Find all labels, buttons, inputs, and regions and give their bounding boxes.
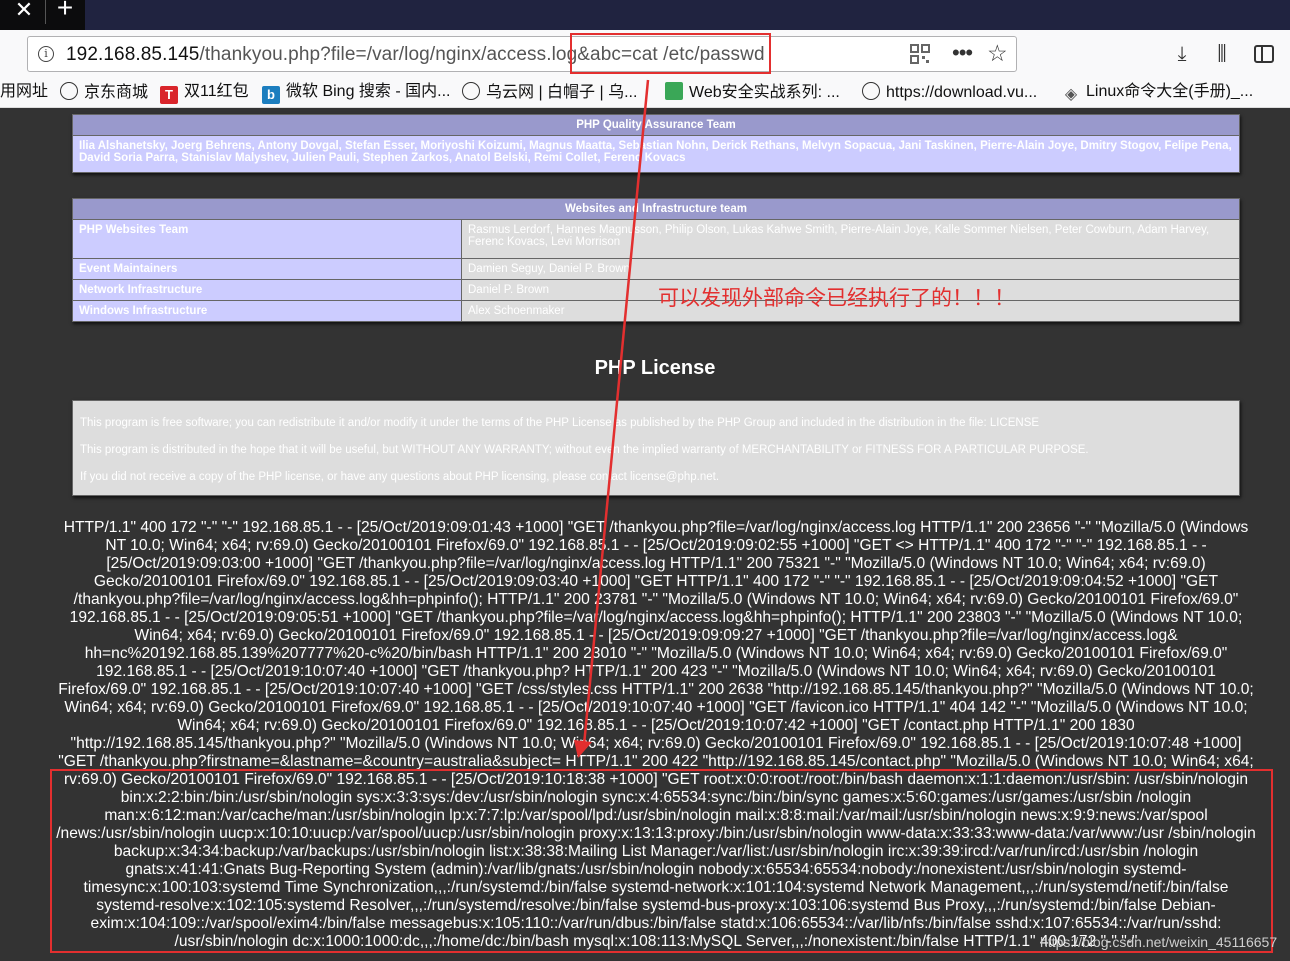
globe-icon [862,82,880,100]
table-key: Network Infrastructure [72,279,462,301]
bookmark-item[interactable]: 乌云网 | 白帽子 | 乌... [462,82,637,102]
globe-icon [462,82,480,100]
license-paragraph: If you did not receive a copy of the PHP… [80,471,720,483]
bookmark-label: 用网址 [0,83,49,100]
bookmark-label: 京东商城 [84,84,149,101]
tab-divider [45,0,46,24]
license-paragraph: This program is distributed in the hope … [80,444,1089,456]
bookmark-label: 乌云网 | 白帽子 | 乌... [486,84,638,101]
close-tab-icon[interactable]: ✕ [10,0,38,24]
table-row: Windows Infrastructure Alex Schoenmaker [72,300,1240,322]
qr-code-icon[interactable] [910,44,930,64]
bookmark-label: Web安全实战系列: ... [689,84,840,101]
table-value: Rasmus Lerdorf, Hannes Magnusson, Philip… [461,219,1240,259]
table-key: Windows Infrastructure [72,300,462,322]
license-title: PHP License [594,357,716,379]
watermark: https://blog.csdn.net/weixin_45116657 [1040,934,1278,950]
bookmark-item[interactable]: https://download.vu... [862,82,1037,102]
bookmark-label: 微软 Bing 搜索 - 国内... [286,83,451,100]
bing-icon: b [262,86,280,104]
table-header: Websites and Infrastructure team [72,198,1240,220]
more-actions-icon[interactable]: ••• [952,40,973,66]
table-value: Damien Seguy, Daniel P. Brown [461,258,1240,280]
bookmark-item[interactable]: T 双11红包 [160,82,249,104]
web-team-table: Websites and Infrastructure team PHP Web… [72,198,1240,322]
table-row: PHP Websites Team Rasmus Lerdorf, Hannes… [72,219,1240,259]
annotation-text: 可以发现外部命令已经执行了的！！！ [658,286,1015,310]
tmall-icon: T [160,86,178,104]
info-icon[interactable]: i [38,46,54,62]
table-row: Network Infrastructure Daniel P. Brown [72,279,1240,301]
qa-team-table: PHP Quality Assurance Team Ilia Alshanet… [72,114,1240,173]
library-icon[interactable]: ⫼ [1210,42,1234,66]
table-row: Event Maintainers Damien Seguy, Daniel P… [72,258,1240,280]
table-key: PHP Websites Team [72,219,462,259]
linux-bookmark-icon: ◈ [1064,86,1078,103]
url-highlight-box [570,33,771,74]
bookmark-label: https://download.vu... [886,84,1038,101]
passwd-highlight-box [50,769,1273,953]
bookmark-item[interactable]: 用网址 [0,82,48,102]
table-key: Event Maintainers [72,258,462,280]
new-tab-icon[interactable]: + [52,0,78,22]
license-paragraph: This program is free software; you can r… [80,417,1040,429]
bookmark-item[interactable]: 京东商城 [60,82,148,102]
sidebar-icon[interactable] [1252,42,1276,66]
bookmark-star-icon[interactable]: ☆ [987,40,1008,67]
bookmark-item[interactable]: ◈ Linux命令大全(手册)_... [1062,82,1254,103]
bookmark-label: 双11红包 [184,83,249,100]
qa-team-members: Ilia Alshanetsky, Joerg Behrens, Antony … [72,135,1240,173]
bookmark-item[interactable]: Web安全实战系列: ... [665,82,840,102]
download-icon[interactable]: ⤓ [1170,42,1194,66]
tab-strip: ✕ + [0,0,1290,30]
table-header: PHP Quality Assurance Team [72,114,1240,136]
globe-icon [60,82,78,100]
url-host: 192.168.85.145 [66,44,200,65]
tab-active[interactable] [85,0,1290,30]
bookmark-site-icon [665,82,683,100]
bookmark-label: Linux命令大全(手册)_... [1086,83,1254,100]
bookmark-item[interactable]: b 微软 Bing 搜索 - 国内... [262,82,451,104]
